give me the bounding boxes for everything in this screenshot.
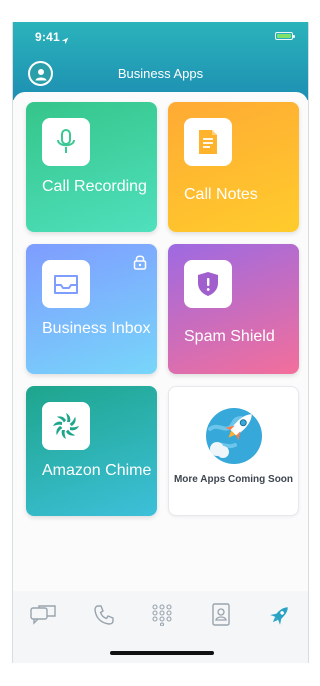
tile-label: Amazon Chime [42, 462, 152, 479]
messages-icon [30, 605, 56, 625]
amazon-chime-tile[interactable]: Amazon Chime [26, 386, 157, 516]
rocket-illustration-icon [201, 401, 267, 467]
tile-label: Call Recording [42, 178, 147, 195]
business-inbox-tile[interactable]: Business Inbox [26, 244, 157, 374]
chime-logo-icon [42, 402, 90, 450]
app-screen: 9:41 Business Apps Call Recording Call N… [12, 22, 309, 663]
shield-alert-icon [184, 260, 232, 308]
more-apps-label: More Apps Coming Soon [173, 474, 294, 485]
tab-phone[interactable] [90, 601, 118, 629]
tab-business-apps[interactable] [266, 601, 294, 629]
location-arrow-icon [61, 32, 69, 50]
notes-icon [184, 118, 232, 166]
tab-bar [13, 591, 308, 663]
tab-keypad[interactable] [148, 601, 176, 629]
rocket-icon [270, 607, 288, 625]
microphone-icon [42, 118, 90, 166]
call-recording-tile[interactable]: Call Recording [26, 102, 157, 232]
phone-icon [94, 605, 114, 625]
app-header: 9:41 Business Apps [13, 22, 308, 100]
status-time: 9:41 [35, 30, 60, 44]
tile-label: Call Notes [184, 186, 258, 203]
inbox-tray-icon [42, 260, 90, 308]
tab-messages[interactable] [29, 601, 57, 629]
tile-label: Spam Shield [184, 328, 275, 345]
contacts-icon [212, 603, 230, 626]
tile-label: Business Inbox [42, 320, 151, 337]
lock-icon [133, 254, 147, 275]
page-title: Business Apps [117, 66, 204, 81]
home-indicator [110, 651, 214, 655]
call-notes-tile[interactable]: Call Notes [168, 102, 299, 232]
tab-contacts[interactable] [207, 601, 235, 629]
keypad-icon [152, 604, 172, 626]
spam-shield-tile[interactable]: Spam Shield [168, 244, 299, 374]
battery-icon [275, 32, 295, 40]
more-apps-tile: More Apps Coming Soon [168, 386, 299, 516]
